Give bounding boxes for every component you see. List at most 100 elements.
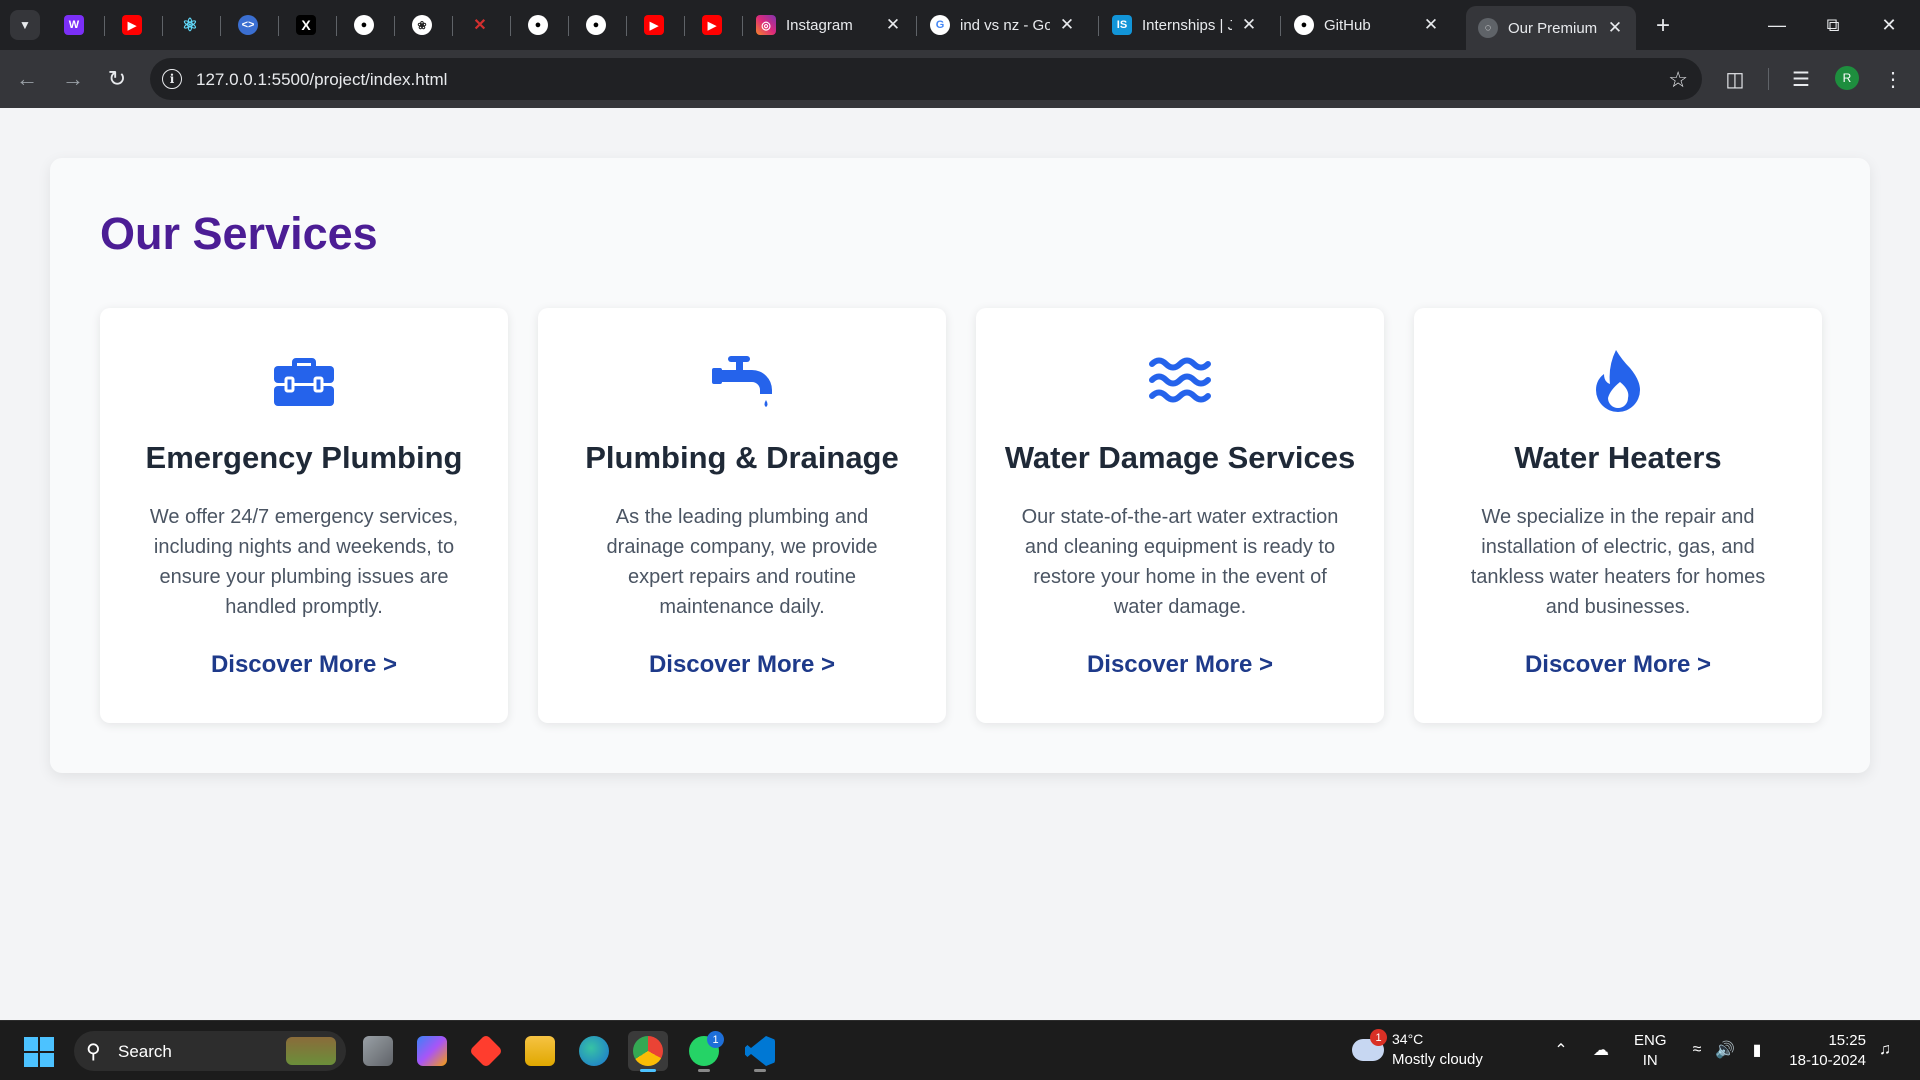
lang-code: ENG: [1634, 1032, 1667, 1049]
chevron-up-icon[interactable]: ⌃: [1548, 1035, 1574, 1065]
windows-start-icon[interactable]: [24, 1037, 54, 1067]
new-tab-plus-icon[interactable]: +: [1648, 12, 1678, 40]
tab-instagram[interactable]: ◎ Instagram ✕: [744, 6, 914, 44]
minimize-icon[interactable]: —: [1754, 8, 1800, 42]
tab-google[interactable]: G ind vs nz - Go ✕: [918, 6, 1088, 44]
edge-icon: [579, 1036, 609, 1066]
discover-more-link[interactable]: Discover More >: [1414, 651, 1822, 679]
tab-separator: [278, 16, 279, 36]
task-view-icon: [363, 1036, 393, 1066]
pinned-tab-chatgpt[interactable]: ❀: [404, 10, 440, 40]
taskbar-git-app[interactable]: [466, 1031, 506, 1071]
system-clock[interactable]: 15:25 18-10-2024: [1784, 1031, 1866, 1071]
notification-bell-icon[interactable]: ♫: [1872, 1035, 1898, 1065]
more-menu-icon[interactable]: ⋮: [1876, 62, 1910, 96]
faucet-icon: [712, 356, 772, 407]
close-icon[interactable]: ✕: [1058, 15, 1076, 35]
youtube-icon: ▶: [702, 15, 722, 35]
weather-widget[interactable]: 1 34°C Mostly cloudy: [1352, 1029, 1512, 1073]
url-text[interactable]: 127.0.0.1:5500/project/index.html: [196, 70, 447, 90]
battery-icon[interactable]: ▮: [1744, 1035, 1770, 1065]
pinned-tab-youtube-3[interactable]: ▶: [694, 10, 730, 40]
close-icon[interactable]: ✕: [1606, 18, 1624, 38]
pinned-tab-youtube[interactable]: ▶: [114, 10, 150, 40]
bookmark-star-icon[interactable]: ☆: [1668, 67, 1688, 93]
taskbar-edge[interactable]: [574, 1031, 614, 1071]
taskbar-copilot[interactable]: [412, 1031, 452, 1071]
taskbar-search[interactable]: ⚲ Search: [74, 1031, 346, 1071]
youtube-icon: ▶: [122, 15, 142, 35]
profile-avatar[interactable]: R: [1835, 66, 1859, 90]
tab-separator: [568, 16, 569, 36]
clock-time: 15:25: [1828, 1032, 1866, 1049]
notification-badge: 1: [707, 1031, 724, 1048]
site-info-icon[interactable]: i: [162, 69, 182, 89]
clock-date: 18-10-2024: [1789, 1052, 1866, 1069]
close-icon[interactable]: ✕: [884, 15, 902, 35]
instagram-icon: ◎: [756, 15, 776, 35]
media-controls-icon[interactable]: ☰: [1784, 62, 1818, 96]
tab-title: Our Premium: [1508, 19, 1598, 37]
browser-tab-strip: ▼ W ▶ ⚛ <> X ● ❀ ✕ ● ● ▶ ▶ ◎ Instagram ✕…: [0, 0, 1920, 50]
pinned-tab-youtube-2[interactable]: ▶: [636, 10, 672, 40]
tab-title: GitHub: [1324, 16, 1371, 34]
volume-icon[interactable]: 🔊: [1712, 1035, 1738, 1065]
address-bar[interactable]: i 127.0.0.1:5500/project/index.html ☆: [150, 58, 1702, 100]
taskbar-file-explorer[interactable]: [520, 1031, 560, 1071]
tab-title: Instagram: [786, 16, 853, 34]
tab-github[interactable]: ● GitHub ✕: [1282, 6, 1452, 44]
github-icon: ●: [1294, 15, 1314, 35]
service-title: Emergency Plumbing: [145, 440, 463, 475]
taskbar-whatsapp[interactable]: 1: [684, 1031, 724, 1072]
code-icon: <>: [238, 15, 258, 35]
pinned-tab-github-3[interactable]: ●: [578, 10, 614, 40]
wifi-icon[interactable]: ≈: [1684, 1035, 1710, 1065]
github-icon: ●: [586, 15, 606, 35]
tab-separator: [394, 16, 395, 36]
restore-icon[interactable]: ⧉: [1810, 8, 1856, 42]
forward-arrow-icon[interactable]: →: [56, 62, 90, 96]
tab-title: ind vs nz - Go: [960, 16, 1050, 34]
tab-separator: [220, 16, 221, 36]
chrome-icon: [633, 1036, 663, 1066]
close-icon[interactable]: ✕: [1422, 15, 1440, 35]
service-card-plumbing-drainage: Plumbing & Drainage As the leading plumb…: [538, 308, 946, 723]
pinned-tab-github[interactable]: ●: [346, 10, 382, 40]
extensions-puzzle-icon[interactable]: ◫: [1718, 62, 1752, 96]
pinned-tab-dev[interactable]: ✕: [462, 10, 498, 40]
taskbar-vscode[interactable]: [740, 1031, 780, 1072]
pinned-tab-x[interactable]: X: [288, 10, 324, 40]
tab-our-premium[interactable]: ◌ Our Premium ✕: [1466, 6, 1636, 50]
close-icon[interactable]: ✕: [1240, 15, 1258, 35]
discover-more-link[interactable]: Discover More >: [976, 651, 1384, 679]
discover-more-link[interactable]: Discover More >: [100, 651, 508, 679]
reload-icon[interactable]: ↻: [100, 62, 134, 96]
taskbar-chrome[interactable]: [628, 1031, 668, 1072]
close-window-icon[interactable]: ✕: [1866, 8, 1912, 42]
pinned-tab-react[interactable]: ⚛: [172, 10, 208, 40]
tab-separator: [626, 16, 627, 36]
vscode-icon: [745, 1036, 775, 1066]
taskbar-task-view[interactable]: [358, 1031, 398, 1071]
pinned-tab-github-2[interactable]: ●: [520, 10, 556, 40]
search-highlight-image: [286, 1037, 336, 1065]
service-title: Plumbing & Drainage: [585, 440, 899, 475]
tab-separator: [1280, 16, 1281, 36]
page-viewport: Our Services Emergency Plumbing We offer…: [0, 108, 1920, 1020]
tab-search-chevron-icon[interactable]: ▼: [10, 10, 40, 40]
toolbox-icon: [274, 358, 334, 406]
services-section: Our Services Emergency Plumbing We offer…: [50, 158, 1870, 773]
react-icon: ⚛: [181, 14, 199, 35]
tab-internships[interactable]: IS Internships | J ✕: [1100, 6, 1270, 44]
pinned-tab-wix[interactable]: W: [56, 10, 92, 40]
onedrive-cloud-icon[interactable]: ☁: [1588, 1035, 1614, 1065]
tab-separator: [162, 16, 163, 36]
service-card-water-heaters: Water Heaters We specialize in the repai…: [1414, 308, 1822, 723]
toolbar-divider: [1768, 68, 1769, 90]
dev-icon: ✕: [473, 17, 487, 34]
language-indicator[interactable]: ENG IN: [1634, 1031, 1667, 1071]
windows-taskbar: ⚲ Search 1 1 34°C Mostly cloudy ⌃ ☁ ENG …: [0, 1020, 1920, 1080]
discover-more-link[interactable]: Discover More >: [538, 651, 946, 679]
pinned-tab-code[interactable]: <>: [230, 10, 266, 40]
back-arrow-icon[interactable]: ←: [10, 62, 44, 96]
